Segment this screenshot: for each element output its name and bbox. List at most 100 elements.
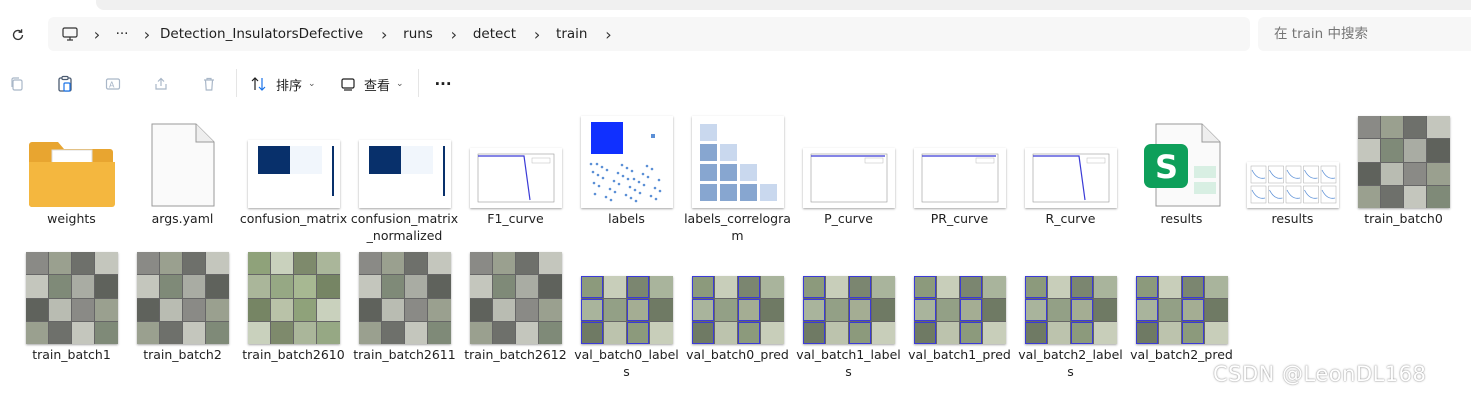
file-name: train_batch0 <box>1364 211 1443 226</box>
view-label: 查看 <box>364 78 391 94</box>
more-options-button[interactable]: ··· <box>430 71 456 97</box>
delete-button[interactable] <box>198 73 220 95</box>
mosaic-tile <box>136 298 159 321</box>
mosaic-tile <box>1182 299 1205 321</box>
file-name: val_batch1_pred <box>908 347 1011 362</box>
mosaic-tile <box>802 299 825 321</box>
thumbnail-image <box>136 252 229 344</box>
view-button[interactable]: 查看 ⌄ <box>340 71 404 97</box>
mosaic-tile <box>405 321 428 344</box>
file-thumbnail <box>238 248 349 344</box>
mosaic-tile <box>405 298 428 321</box>
file-name: args.yaml <box>151 211 214 226</box>
file-thumbnail <box>460 248 571 344</box>
copy-button[interactable] <box>6 73 28 95</box>
mosaic-tile <box>1158 322 1181 344</box>
mosaic-tile <box>1427 139 1450 162</box>
mosaic-tile <box>95 252 118 275</box>
mosaic-tile <box>358 252 381 275</box>
window-top-strip <box>0 0 1471 10</box>
file-thumbnail <box>793 112 904 208</box>
mosaic-tile <box>48 298 71 321</box>
file-thumbnail <box>460 112 571 208</box>
mosaic-tile <box>960 322 983 344</box>
mosaic-tile <box>1427 162 1450 185</box>
mosaic-tile <box>25 275 48 298</box>
search-box[interactable] <box>1258 17 1471 51</box>
mosaic-tile <box>492 275 515 298</box>
file-name: train_batch2611 <box>353 347 456 362</box>
mosaic-tile <box>539 321 562 344</box>
computer-icon[interactable] <box>62 27 78 41</box>
breadcrumb-item-runs[interactable]: runs <box>403 26 433 42</box>
mosaic-tile <box>136 252 159 275</box>
breadcrumb-overflow[interactable]: ··· <box>110 26 134 42</box>
mosaic-tile <box>294 275 317 298</box>
mosaic-tile <box>469 321 492 344</box>
search-input[interactable] <box>1272 25 1466 43</box>
file-name: train_batch2610 <box>242 347 345 362</box>
mosaic-tile <box>714 276 737 298</box>
refresh-button[interactable] <box>8 25 28 45</box>
mosaic-tile <box>1158 299 1181 321</box>
thumbnail-graphic <box>810 153 887 203</box>
thumbnail-graphic <box>589 122 661 203</box>
chevron-right-icon[interactable]: › <box>84 25 110 44</box>
mosaic-tile <box>1047 276 1070 298</box>
paste-button[interactable] <box>54 73 76 95</box>
mosaic-tile <box>761 322 784 344</box>
mosaic-tile <box>913 276 936 298</box>
mosaic-tile <box>469 252 492 275</box>
chevron-right-icon[interactable]: › <box>134 25 160 44</box>
breadcrumb-item-train[interactable]: train <box>556 26 587 42</box>
mosaic-tile <box>1094 322 1117 344</box>
mosaic-tile <box>936 276 959 298</box>
address-bar-row: › ··· › Detection_InsulatorsDefective › … <box>0 10 1471 58</box>
thumbnail-graphic <box>477 153 554 203</box>
document-icon <box>151 123 214 207</box>
breadcrumb-item-detect[interactable]: detect <box>473 26 516 42</box>
mosaic-tile <box>1404 162 1427 185</box>
chevron-right-icon[interactable]: › <box>595 25 621 44</box>
breadcrumb-item-project[interactable]: Detection_InsulatorsDefective <box>160 26 363 42</box>
file-name: train_batch2612 <box>464 347 567 362</box>
mosaic-tile <box>428 298 451 321</box>
thumbnail-image <box>691 276 784 344</box>
mosaic-tile <box>580 299 603 321</box>
chevron-right-icon[interactable]: › <box>524 25 550 44</box>
file-name: confusion_matrix <box>239 211 348 226</box>
mosaic-tile <box>72 275 95 298</box>
mosaic-tile <box>1135 322 1158 344</box>
rename-button[interactable]: A <box>102 73 124 95</box>
mosaic-tile <box>1357 116 1380 139</box>
mosaic-tile <box>1158 276 1181 298</box>
mosaic-tile <box>48 252 71 275</box>
mosaic-tile <box>825 276 848 298</box>
mosaic-tile <box>358 298 381 321</box>
chevron-right-icon[interactable]: › <box>371 25 397 44</box>
mosaic-tile <box>469 298 492 321</box>
thumbnail-image <box>358 140 451 208</box>
thumbnail-image <box>580 116 673 208</box>
file-name: val_batch0_labels <box>574 347 679 379</box>
thumbnail-image <box>469 148 562 208</box>
share-button[interactable] <box>150 73 172 95</box>
paste-icon <box>58 75 72 92</box>
chevron-down-icon: ⌄ <box>396 79 404 89</box>
mosaic-tile <box>714 322 737 344</box>
mosaic-tile <box>270 252 293 275</box>
mosaic-tile <box>381 298 404 321</box>
mosaic-tile <box>1380 185 1403 208</box>
mosaic-tile <box>872 299 895 321</box>
breadcrumb[interactable]: › ··· › Detection_InsulatorsDefective › … <box>48 17 1250 51</box>
mosaic-tile <box>1182 276 1205 298</box>
view-icon <box>341 78 355 91</box>
thumbnail-image <box>1357 116 1450 208</box>
mosaic-tile <box>48 275 71 298</box>
mosaic-tile <box>1047 299 1070 321</box>
mosaic-tile <box>1357 185 1380 208</box>
chevron-right-icon[interactable]: › <box>441 25 467 44</box>
sort-button[interactable]: 排序 ⌄ <box>250 71 316 97</box>
file-thumbnail <box>1015 112 1126 208</box>
mosaic-tile <box>270 321 293 344</box>
